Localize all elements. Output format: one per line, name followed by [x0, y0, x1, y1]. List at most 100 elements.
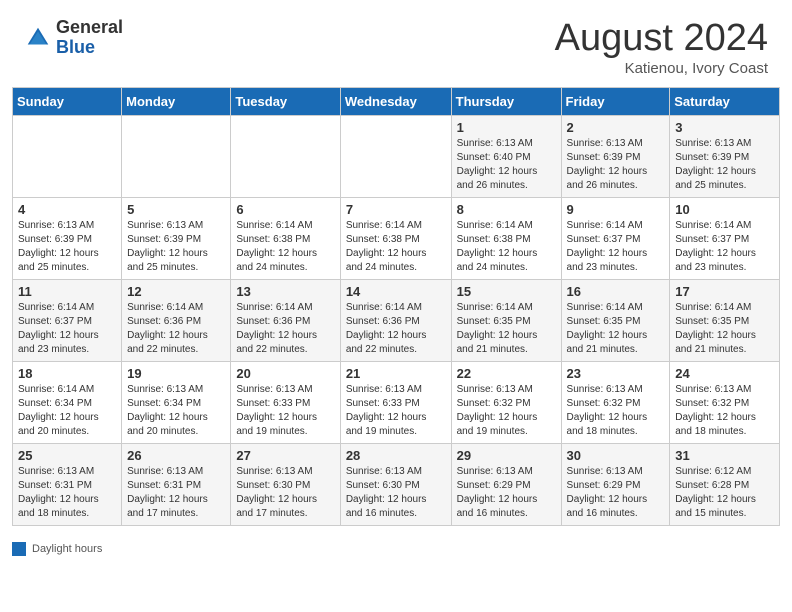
day-info: Sunrise: 6:14 AM Sunset: 6:36 PM Dayligh…: [127, 301, 225, 357]
day-number: 18: [18, 366, 116, 381]
calendar-header-row: SundayMondayTuesdayWednesdayThursdayFrid…: [13, 87, 780, 115]
day-info: Sunrise: 6:13 AM Sunset: 6:31 PM Dayligh…: [127, 465, 225, 521]
day-number: 26: [127, 448, 225, 463]
day-number: 15: [457, 284, 556, 299]
day-number: 19: [127, 366, 225, 381]
calendar-cell: 2 Sunrise: 6:13 AM Sunset: 6:39 PM Daylig…: [561, 115, 670, 197]
calendar-cell: 26 Sunrise: 6:13 AM Sunset: 6:31 PM Dayli…: [122, 443, 231, 525]
day-info: Sunrise: 6:13 AM Sunset: 6:31 PM Dayligh…: [18, 465, 116, 521]
calendar-cell: [231, 115, 340, 197]
page-header: General Blue August 2024 Katienou, Ivory…: [0, 0, 792, 87]
day-info: Sunrise: 6:13 AM Sunset: 6:32 PM Dayligh…: [457, 383, 556, 439]
day-info: Sunrise: 6:14 AM Sunset: 6:38 PM Dayligh…: [457, 219, 556, 275]
day-number: 4: [18, 202, 116, 217]
location-subtitle: Katienou, Ivory Coast: [555, 60, 768, 77]
day-number: 5: [127, 202, 225, 217]
logo-general-text: General: [56, 18, 123, 38]
calendar-cell: 19 Sunrise: 6:13 AM Sunset: 6:34 PM Dayli…: [122, 361, 231, 443]
calendar-cell: [13, 115, 122, 197]
day-info: Sunrise: 6:14 AM Sunset: 6:35 PM Dayligh…: [675, 301, 774, 357]
day-info: Sunrise: 6:13 AM Sunset: 6:39 PM Dayligh…: [18, 219, 116, 275]
calendar-cell: 22 Sunrise: 6:13 AM Sunset: 6:32 PM Dayli…: [451, 361, 561, 443]
calendar-week-row: 25Sunrise: 6:13 AM Sunset: 6:31 PM Dayli…: [13, 443, 780, 525]
day-number: 7: [346, 202, 446, 217]
calendar-day-header: Thursday: [451, 87, 561, 115]
calendar-cell: 7 Sunrise: 6:14 AM Sunset: 6:38 PM Daylig…: [340, 197, 451, 279]
calendar-cell: 10 Sunrise: 6:14 AM Sunset: 6:37 PM Dayli…: [670, 197, 780, 279]
calendar-week-row: 11 Sunrise: 6:14 AM Sunset: 6:37 PM Dayli…: [13, 279, 780, 361]
legend: Daylight hours: [0, 538, 792, 564]
day-number: 29: [457, 448, 556, 463]
day-number: 27: [236, 448, 334, 463]
day-number: 21: [346, 366, 446, 381]
calendar-cell: 21 Sunrise: 6:13 AM Sunset: 6:33 PM Dayli…: [340, 361, 451, 443]
calendar-week-row: 1 Sunrise: 6:13 AM Sunset: 6:40 PM Daylig…: [13, 115, 780, 197]
day-info: Sunrise: 6:14 AM Sunset: 6:37 PM Dayligh…: [675, 219, 774, 275]
calendar-cell: 14 Sunrise: 6:14 AM Sunset: 6:36 PM Dayli…: [340, 279, 451, 361]
day-info: Sunrise: 6:14 AM Sunset: 6:36 PM Dayligh…: [346, 301, 446, 357]
day-number: 6: [236, 202, 334, 217]
calendar-week-row: 18 Sunrise: 6:14 AM Sunset: 6:34 PM Dayli…: [13, 361, 780, 443]
legend-label: Daylight hours: [32, 543, 102, 555]
day-number: 17: [675, 284, 774, 299]
calendar-table: SundayMondayTuesdayWednesdayThursdayFrid…: [12, 87, 780, 526]
logo-blue-text: Blue: [56, 38, 123, 58]
calendar-cell: 28 Sunrise: 6:13 AM Sunset: 6:30 PM Dayli…: [340, 443, 451, 525]
calendar-cell: 20 Sunrise: 6:13 AM Sunset: 6:33 PM Dayli…: [231, 361, 340, 443]
day-info: Sunrise: 6:13 AM Sunset: 6:40 PM Dayligh…: [457, 137, 556, 193]
day-info: Sunrise: 6:13 AM Sunset: 6:33 PM Dayligh…: [346, 383, 446, 439]
day-number: 22: [457, 366, 556, 381]
day-number: 31: [675, 448, 774, 463]
calendar-cell: [122, 115, 231, 197]
logo-icon: [24, 24, 52, 52]
calendar-day-header: Saturday: [670, 87, 780, 115]
title-block: August 2024 Katienou, Ivory Coast: [555, 18, 768, 77]
day-info: Sunrise: 6:13 AM Sunset: 6:33 PM Dayligh…: [236, 383, 334, 439]
day-number: 12: [127, 284, 225, 299]
day-number: 14: [346, 284, 446, 299]
day-info: Sunrise: 6:14 AM Sunset: 6:37 PM Dayligh…: [18, 301, 116, 357]
calendar-cell: 24Sunrise: 6:13 AM Sunset: 6:32 PM Dayli…: [670, 361, 780, 443]
day-info: Sunrise: 6:13 AM Sunset: 6:39 PM Dayligh…: [127, 219, 225, 275]
day-info: Sunrise: 6:13 AM Sunset: 6:30 PM Dayligh…: [236, 465, 334, 521]
day-info: Sunrise: 6:14 AM Sunset: 6:34 PM Dayligh…: [18, 383, 116, 439]
day-info: Sunrise: 6:13 AM Sunset: 6:39 PM Dayligh…: [567, 137, 665, 193]
day-info: Sunrise: 6:14 AM Sunset: 6:35 PM Dayligh…: [567, 301, 665, 357]
day-number: 20: [236, 366, 334, 381]
day-info: Sunrise: 6:13 AM Sunset: 6:32 PM Dayligh…: [675, 383, 774, 439]
calendar-cell: 9Sunrise: 6:14 AM Sunset: 6:37 PM Daylig…: [561, 197, 670, 279]
calendar-cell: [340, 115, 451, 197]
calendar-cell: 5 Sunrise: 6:13 AM Sunset: 6:39 PM Daylig…: [122, 197, 231, 279]
calendar-day-header: Sunday: [13, 87, 122, 115]
day-info: Sunrise: 6:13 AM Sunset: 6:30 PM Dayligh…: [346, 465, 446, 521]
day-info: Sunrise: 6:13 AM Sunset: 6:29 PM Dayligh…: [457, 465, 556, 521]
day-number: 13: [236, 284, 334, 299]
calendar-cell: 15 Sunrise: 6:14 AM Sunset: 6:35 PM Dayli…: [451, 279, 561, 361]
day-number: 9: [567, 202, 665, 217]
day-number: 28: [346, 448, 446, 463]
day-number: 11: [18, 284, 116, 299]
calendar-day-header: Wednesday: [340, 87, 451, 115]
day-info: Sunrise: 6:14 AM Sunset: 6:38 PM Dayligh…: [236, 219, 334, 275]
calendar-week-row: 4 Sunrise: 6:13 AM Sunset: 6:39 PM Daylig…: [13, 197, 780, 279]
calendar-cell: 30Sunrise: 6:13 AM Sunset: 6:29 PM Dayli…: [561, 443, 670, 525]
legend-color-box: [12, 542, 26, 556]
calendar-cell: 3Sunrise: 6:13 AM Sunset: 6:39 PM Daylig…: [670, 115, 780, 197]
day-number: 8: [457, 202, 556, 217]
calendar-cell: 4 Sunrise: 6:13 AM Sunset: 6:39 PM Daylig…: [13, 197, 122, 279]
day-info: Sunrise: 6:13 AM Sunset: 6:32 PM Dayligh…: [567, 383, 665, 439]
day-number: 10: [675, 202, 774, 217]
day-number: 2: [567, 120, 665, 135]
logo-text: General Blue: [56, 18, 123, 58]
calendar-cell: 17 Sunrise: 6:14 AM Sunset: 6:35 PM Dayli…: [670, 279, 780, 361]
calendar-cell: 25Sunrise: 6:13 AM Sunset: 6:31 PM Dayli…: [13, 443, 122, 525]
day-info: Sunrise: 6:12 AM Sunset: 6:28 PM Dayligh…: [675, 465, 774, 521]
calendar-cell: 23Sunrise: 6:13 AM Sunset: 6:32 PM Dayli…: [561, 361, 670, 443]
calendar-cell: 16Sunrise: 6:14 AM Sunset: 6:35 PM Dayli…: [561, 279, 670, 361]
day-info: Sunrise: 6:14 AM Sunset: 6:35 PM Dayligh…: [457, 301, 556, 357]
calendar-day-header: Monday: [122, 87, 231, 115]
day-info: Sunrise: 6:13 AM Sunset: 6:34 PM Dayligh…: [127, 383, 225, 439]
day-info: Sunrise: 6:14 AM Sunset: 6:38 PM Dayligh…: [346, 219, 446, 275]
day-number: 1: [457, 120, 556, 135]
calendar-cell: 18 Sunrise: 6:14 AM Sunset: 6:34 PM Dayli…: [13, 361, 122, 443]
